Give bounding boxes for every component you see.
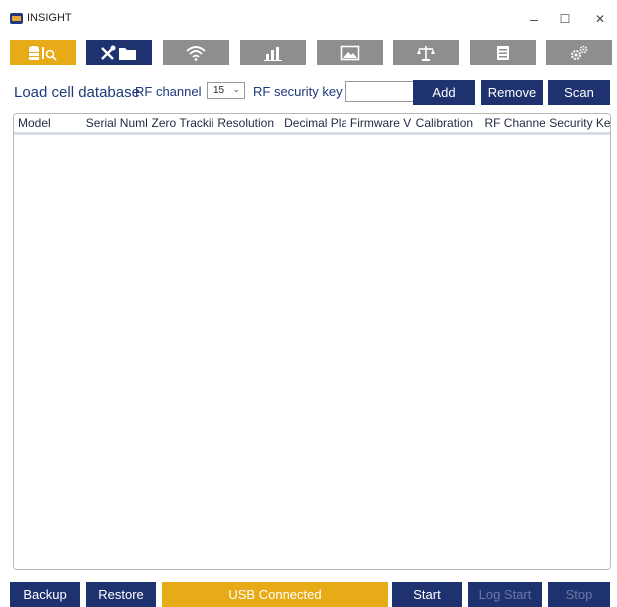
start-button[interactable]: Start — [392, 582, 462, 607]
load-cell-table[interactable]: Model Serial Numl Zero Trackii Resolutio… — [13, 113, 611, 570]
tab-chart[interactable] — [240, 40, 306, 65]
add-button[interactable]: Add — [413, 80, 475, 105]
minimize-button[interactable]: – — [524, 8, 544, 30]
tab-wireless[interactable] — [163, 40, 229, 65]
document-icon — [495, 45, 511, 61]
tools-folder-icon — [100, 45, 138, 61]
backup-button[interactable]: Backup — [10, 582, 80, 607]
column-header-zero-tracking[interactable]: Zero Trackii — [148, 114, 214, 132]
tab-scale[interactable] — [393, 40, 459, 65]
connection-status: USB Connected — [162, 582, 388, 607]
window-title: INSIGHT — [27, 12, 72, 24]
column-header-firmware-version[interactable]: Firmware V — [346, 114, 412, 132]
tab-settings[interactable] — [546, 40, 612, 65]
rf-channel-select[interactable]: 15 ⌄ — [207, 82, 245, 99]
column-header-serial-number[interactable]: Serial Numl — [82, 114, 148, 132]
chevron-down-icon: ⌄ — [232, 84, 240, 94]
rf-channel-value: 15 — [213, 85, 225, 96]
title-bar: INSIGHT – ☐ ✕ — [0, 0, 617, 34]
remove-button[interactable]: Remove — [481, 80, 543, 105]
column-header-calibration[interactable]: Calibration — [412, 114, 479, 132]
bar-chart-icon — [263, 45, 283, 61]
stop-button[interactable]: Stop — [548, 582, 610, 607]
rf-security-key-label: RF security key — [253, 84, 343, 99]
column-header-model[interactable]: Model — [14, 114, 82, 132]
tab-tools[interactable] — [86, 40, 152, 65]
tab-image[interactable] — [317, 40, 383, 65]
tab-database[interactable] — [10, 40, 76, 65]
database-search-icon — [28, 45, 58, 61]
scale-icon — [416, 45, 436, 61]
restore-button[interactable]: Restore — [86, 582, 156, 607]
column-header-rf-channel[interactable]: RF Channel — [478, 114, 545, 132]
close-button[interactable]: ✕ — [590, 8, 610, 30]
wifi-icon — [186, 45, 206, 61]
header-divider — [14, 132, 610, 135]
log-start-button[interactable]: Log Start — [468, 582, 542, 607]
column-header-security-key[interactable]: Security Ke — [545, 114, 610, 132]
app-logo-icon — [10, 13, 23, 24]
table-header: Model Serial Numl Zero Trackii Resolutio… — [14, 114, 610, 133]
rf-channel-label: RF channel — [135, 84, 202, 99]
tab-document[interactable] — [470, 40, 536, 65]
scan-button[interactable]: Scan — [548, 80, 610, 105]
image-icon — [340, 45, 360, 61]
gears-icon — [569, 45, 589, 61]
column-header-resolution[interactable]: Resolution — [213, 114, 280, 132]
page-title: Load cell database — [14, 84, 140, 101]
rf-security-key-input[interactable] — [345, 81, 417, 102]
maximize-button[interactable]: ☐ — [555, 8, 575, 30]
column-header-decimal-places[interactable]: Decimal Pla — [280, 114, 346, 132]
